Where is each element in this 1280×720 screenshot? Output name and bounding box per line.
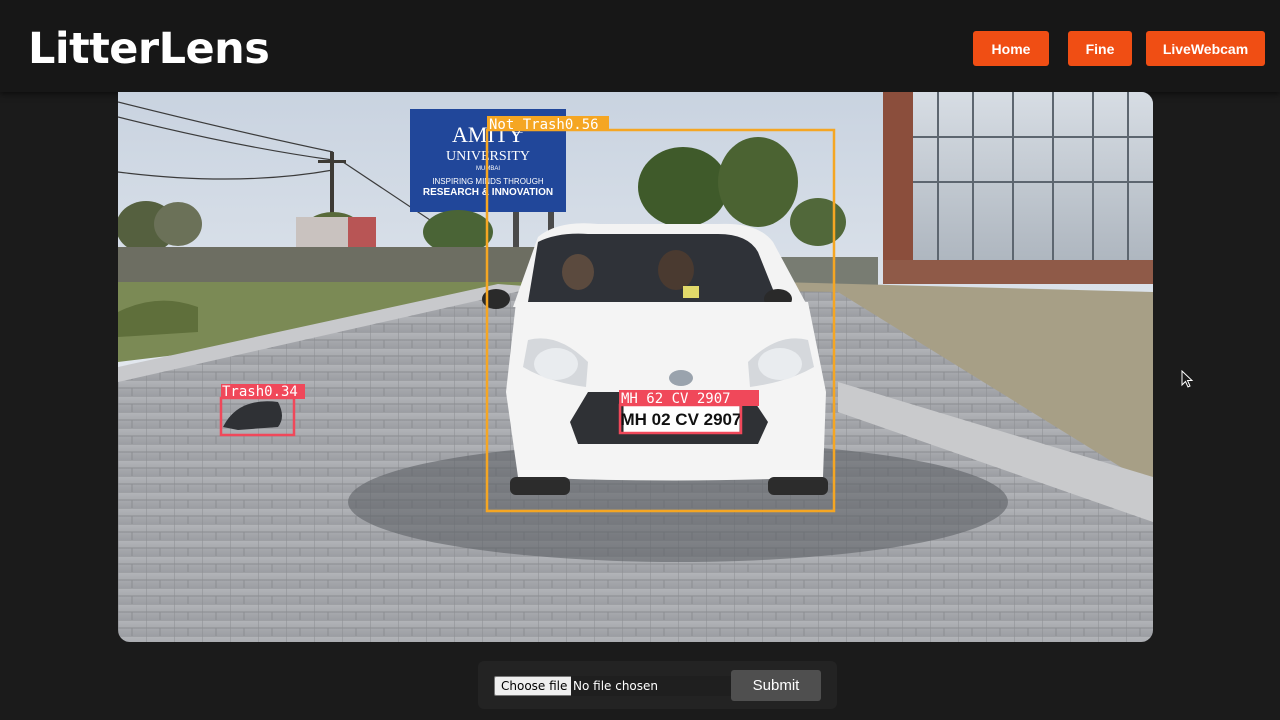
license-plate: MH 02 CV 2907 <box>621 410 742 429</box>
nav-livewebcam-button[interactable]: LiveWebcam <box>1146 31 1265 66</box>
top-navbar: LitterLens Home Fine LiveWebcam <box>0 0 1280 92</box>
submit-button[interactable]: Submit <box>731 670 821 701</box>
white-car: MH 02 CV 2907 <box>482 223 828 495</box>
nav-fine-button[interactable]: Fine <box>1068 31 1132 66</box>
detection-result-image: AMITY UNIVERSITY MUMBAI INSPIRING MINDS … <box>118 92 1153 642</box>
svg-text:MH 62 CV 2907: MH 62 CV 2907 <box>621 391 731 407</box>
glass-building <box>883 92 1153 284</box>
mouse-cursor-icon <box>1181 370 1194 388</box>
file-status-text: No file chosen <box>571 676 731 696</box>
nav-home-button[interactable]: Home <box>973 31 1049 66</box>
choose-file-button[interactable]: Choose file <box>494 676 575 696</box>
svg-text:Trash0.34: Trash0.34 <box>222 384 298 400</box>
upload-form: Choose file No file chosen Submit <box>478 661 837 709</box>
fence <box>118 247 538 287</box>
svg-text:Not_Trash0.56: Not_Trash0.56 <box>489 117 599 133</box>
brand-logo[interactable]: LitterLens <box>28 24 270 74</box>
